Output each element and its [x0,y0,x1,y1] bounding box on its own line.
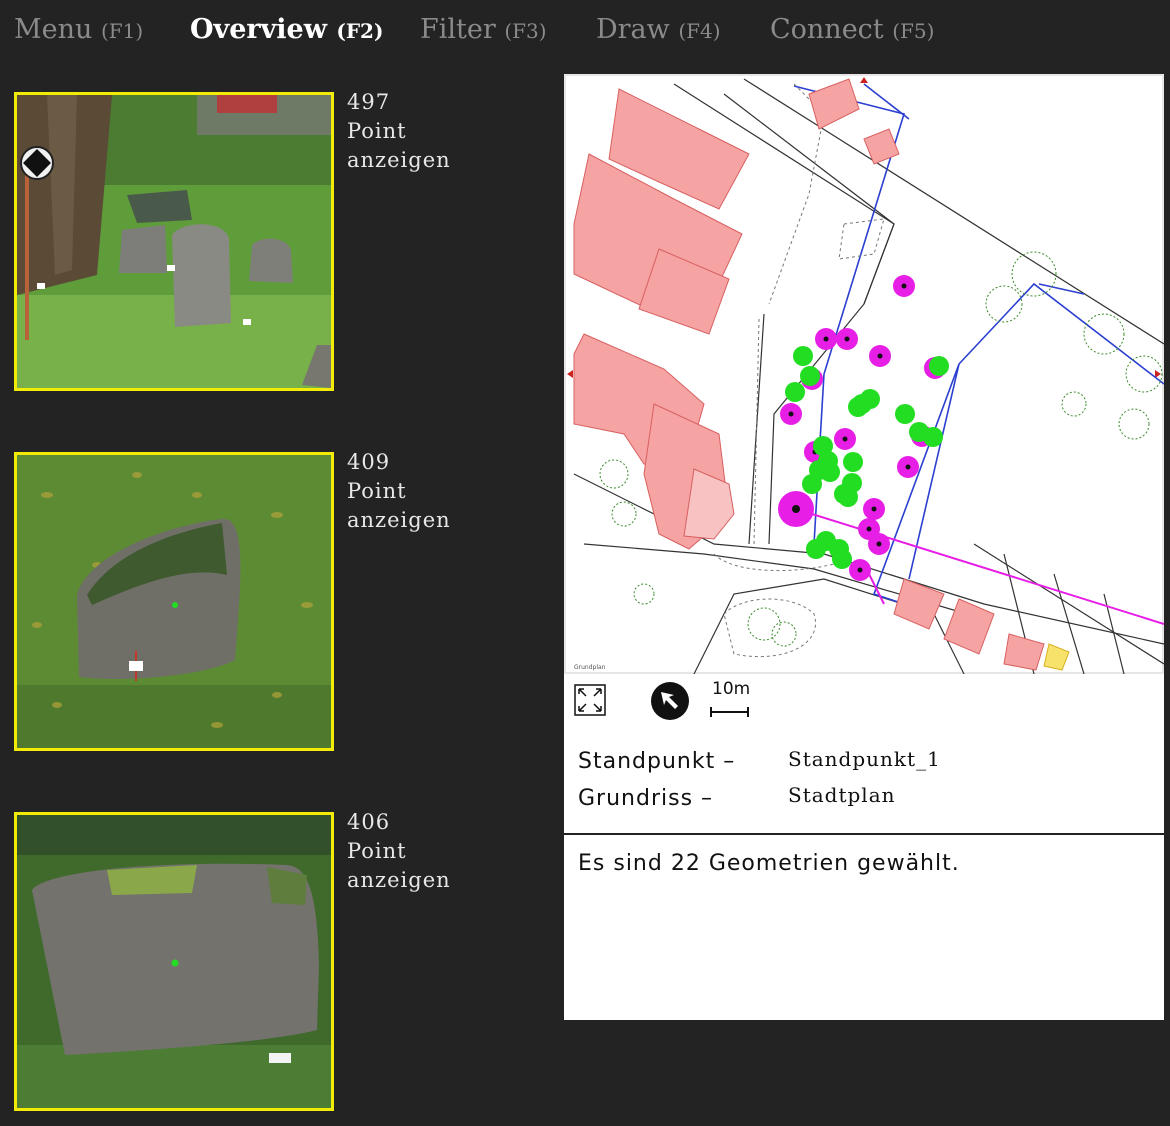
photo-thumbnail[interactable] [14,92,334,391]
map-point-center [823,336,829,342]
map-selected-marker [820,462,840,482]
map-point-center [857,567,863,573]
card-info: 406 Point anzeigen [347,808,451,895]
map-point-center [871,506,877,512]
nav-menu-shortcut: (F1) [101,19,144,43]
map-view[interactable]: Grundplan [564,74,1164,674]
card-id: 497 [347,90,391,114]
map-selected-marker [843,452,863,472]
north-arrow-icon[interactable] [650,681,690,725]
nav-menu[interactable]: Menu (F1) [14,14,143,45]
detail-panel: Grundplan 10m Standpunkt – Standpunkt_1 … [564,74,1164,1020]
nav-connect[interactable]: Connect (F5) [770,14,934,45]
map-point-center [792,505,800,513]
map-point-center [877,353,883,359]
fullscreen-icon[interactable] [574,684,606,720]
nav-draw[interactable]: Draw (F4) [596,14,721,45]
nav-overview[interactable]: Overview (F2) [190,14,383,45]
show-point-link[interactable]: Point anzeigen [347,117,451,175]
selection-status: Es sind 22 Geometrien gewählt. [578,851,960,876]
map-selected-marker [793,346,813,366]
map-point-center [788,411,794,417]
show-point-link[interactable]: Point anzeigen [347,477,451,535]
card-info: 409 Point anzeigen [347,448,451,535]
top-navigation: Menu (F1) Overview (F2) Filter (F3) Draw… [0,0,1170,62]
map-point-center [844,336,850,342]
map-selected-marker [929,356,949,376]
nav-draw-shortcut: (F4) [678,19,721,43]
map-selected-marker [834,484,854,504]
card-id: 409 [347,450,391,474]
divider [564,833,1164,835]
map-point-center [905,464,911,470]
grundriss-label: Grundriss – [578,786,714,811]
nav-filter[interactable]: Filter (F3) [420,14,547,45]
map-point-center [876,541,882,547]
map-selected-marker [800,366,820,386]
standpunkt-value[interactable]: Standpunkt_1 [788,747,941,771]
nav-filter-shortcut: (F3) [504,19,547,43]
map-selected-marker [802,474,822,494]
grundriss-value[interactable]: Stadtplan [788,783,896,807]
map-toolbar: 10m [564,674,1164,734]
card-id: 406 [347,810,391,834]
nav-connect-shortcut: (F5) [892,19,935,43]
svg-text:Grundplan: Grundplan [574,664,606,671]
scale-label: 10m [712,679,751,699]
photo-thumbnail[interactable] [14,452,334,751]
show-point-link[interactable]: Point anzeigen [347,837,451,895]
card-info: 497 Point anzeigen [347,88,451,175]
map-selected-marker [895,404,915,424]
map-selected-marker [785,382,805,402]
photo-thumbnail[interactable] [14,812,334,1111]
map-selected-marker [848,397,868,417]
map-selected-marker [832,549,852,569]
map-point-center [901,283,907,289]
nav-overview-shortcut: (F2) [336,19,384,43]
map-point-center [866,526,872,532]
map-selected-marker [923,427,943,447]
map-point-center [842,436,848,442]
standpunkt-label: Standpunkt – [578,749,736,774]
scale-bar-icon [710,704,750,723]
